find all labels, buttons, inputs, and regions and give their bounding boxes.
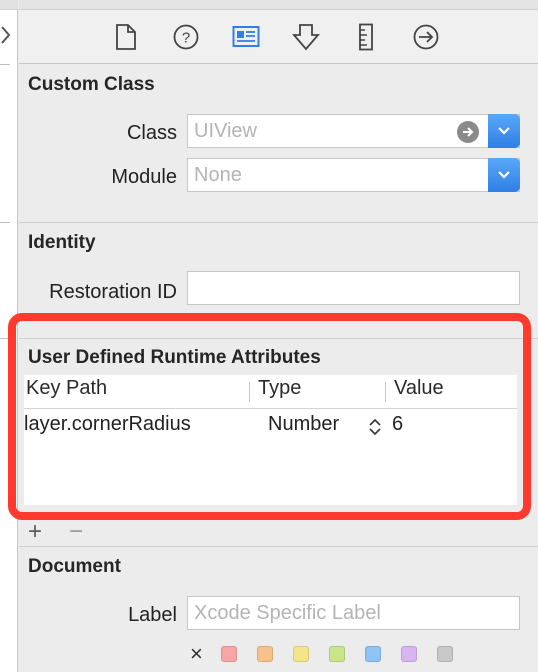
section-title-document: Document	[28, 556, 121, 577]
top-bar	[19, 0, 538, 10]
xcode-label-placeholder: Xcode Specific Label	[194, 602, 381, 624]
section-title-identity: Identity	[28, 232, 96, 253]
chevron-right-icon[interactable]	[0, 22, 14, 48]
section-title-custom-class: Custom Class	[28, 74, 155, 95]
identity-icon[interactable]	[232, 22, 260, 52]
module-combobox[interactable]: None	[187, 158, 520, 192]
clear-color-button[interactable]: ×	[190, 643, 203, 665]
label-label: Label	[128, 604, 177, 626]
restoration-id-label: Restoration ID	[49, 281, 177, 303]
swatch-yellow[interactable]	[292, 646, 309, 662]
section-divider	[19, 222, 538, 223]
svg-text:?: ?	[182, 30, 190, 47]
remove-attribute-button[interactable]: −	[69, 520, 83, 544]
connections-icon[interactable]	[412, 22, 440, 52]
chevron-down-icon[interactable]	[488, 158, 520, 192]
size-icon[interactable]	[352, 22, 380, 52]
xcode-label-field[interactable]: Xcode Specific Label	[187, 596, 520, 630]
highlight-frame	[8, 313, 531, 520]
section-divider	[19, 546, 538, 547]
class-placeholder: UIView	[194, 120, 257, 142]
class-combobox[interactable]: UIView	[187, 114, 520, 148]
restoration-id-field[interactable]	[187, 271, 520, 305]
inspector-toolbar: ?	[19, 10, 538, 64]
swatch-orange[interactable]	[256, 646, 273, 662]
chevron-down-icon[interactable]	[488, 114, 520, 148]
swatch-red[interactable]	[220, 646, 237, 662]
module-placeholder: None	[194, 164, 242, 186]
label-color-swatches: ×	[190, 643, 473, 665]
class-label: Class	[126, 122, 177, 144]
module-label: Module	[111, 166, 177, 188]
swatch-gray[interactable]	[436, 646, 453, 662]
left-top-bar	[0, 0, 18, 10]
attributes-icon[interactable]	[292, 22, 320, 52]
swatch-purple[interactable]	[400, 646, 417, 662]
swatch-blue[interactable]	[364, 646, 381, 662]
arrow-right-circle-icon[interactable]	[457, 121, 479, 143]
add-attribute-button[interactable]: +	[28, 520, 42, 544]
help-icon[interactable]: ?	[172, 22, 200, 52]
file-icon[interactable]	[112, 22, 140, 52]
swatch-green[interactable]	[328, 646, 345, 662]
divider	[0, 64, 10, 65]
divider	[0, 222, 10, 223]
